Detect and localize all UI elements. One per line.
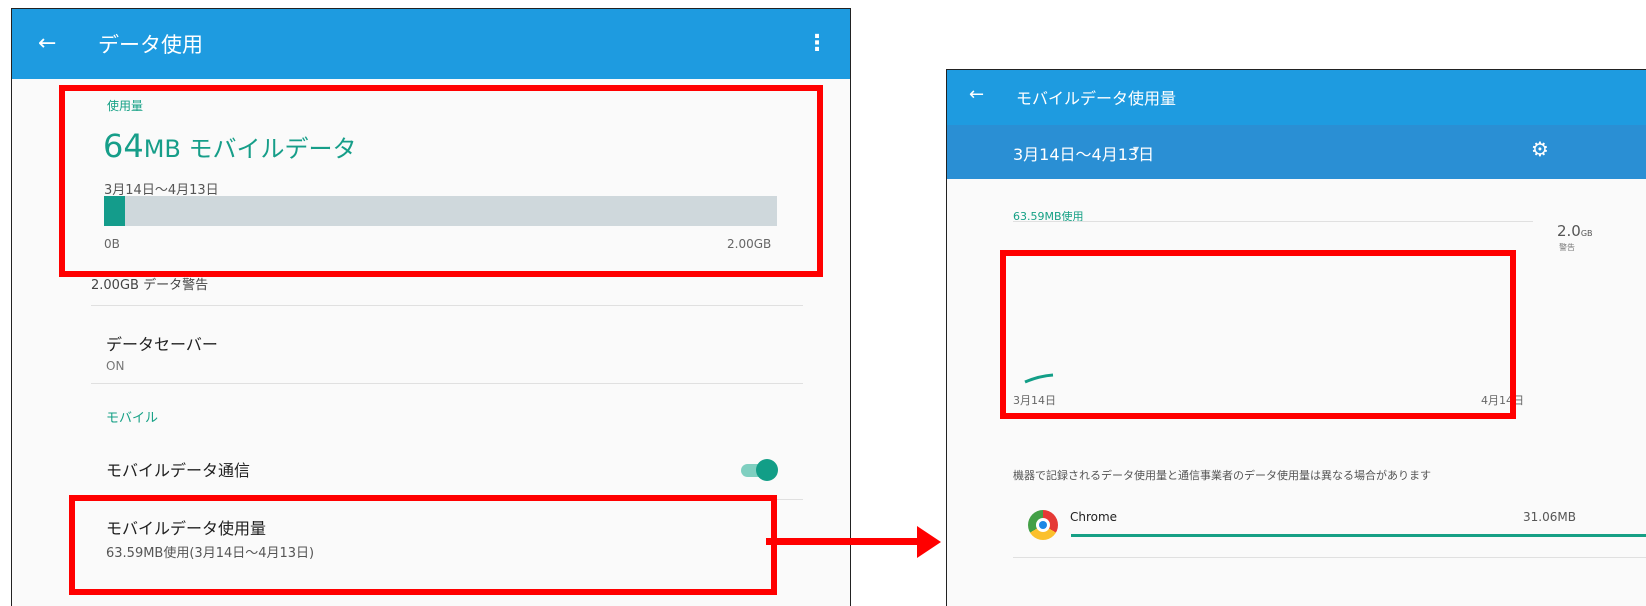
annotation-arrow-shaft <box>766 538 922 545</box>
carrier-difference-note: 機器で記録されるデータ使用量と通信事業者のデータ使用量は異なる場合があります <box>1013 469 1431 482</box>
highlight-box-chart <box>1000 250 1516 419</box>
mobile-section-header: モバイル <box>106 411 159 426</box>
data-usage-screen: ← データ使用 ⋮ 使用量 64MB モバイルデータ 3月14日〜4月13日 0… <box>11 8 851 606</box>
toggle-thumb <box>756 459 778 481</box>
app-usage-size: 31.06MB <box>1523 510 1576 524</box>
highlight-box-usage-item <box>69 495 777 595</box>
chrome-icon <box>1028 510 1058 540</box>
mobile-data-toggle[interactable] <box>739 458 779 482</box>
app-bar: ← データ使用 ⋮ <box>12 9 850 79</box>
divider <box>91 383 803 384</box>
back-arrow-icon[interactable]: ← <box>38 29 56 59</box>
divider <box>1013 557 1646 558</box>
data-saver-status: ON <box>106 359 125 373</box>
app-name[interactable]: Chrome <box>1070 510 1117 524</box>
divider <box>91 305 803 306</box>
data-warning-label: 2.00GB データ警告 <box>91 278 209 293</box>
chrome-icon-core <box>1039 521 1047 529</box>
app-usage-bar <box>1071 534 1646 537</box>
highlight-box-usage <box>59 85 823 277</box>
page-title: データ使用 <box>98 33 203 57</box>
mobile-data-usage-screen: ← モバイルデータ使用量 3月14日〜4月13日 ▾ ⚙ 63.59MB使用 2… <box>946 69 1646 606</box>
overflow-menu-icon[interactable]: ⋮ <box>806 29 828 59</box>
mobile-data-title[interactable]: モバイルデータ通信 <box>106 457 250 481</box>
data-saver-title[interactable]: データセーバー <box>106 331 218 355</box>
annotation-arrow-head <box>917 526 941 558</box>
